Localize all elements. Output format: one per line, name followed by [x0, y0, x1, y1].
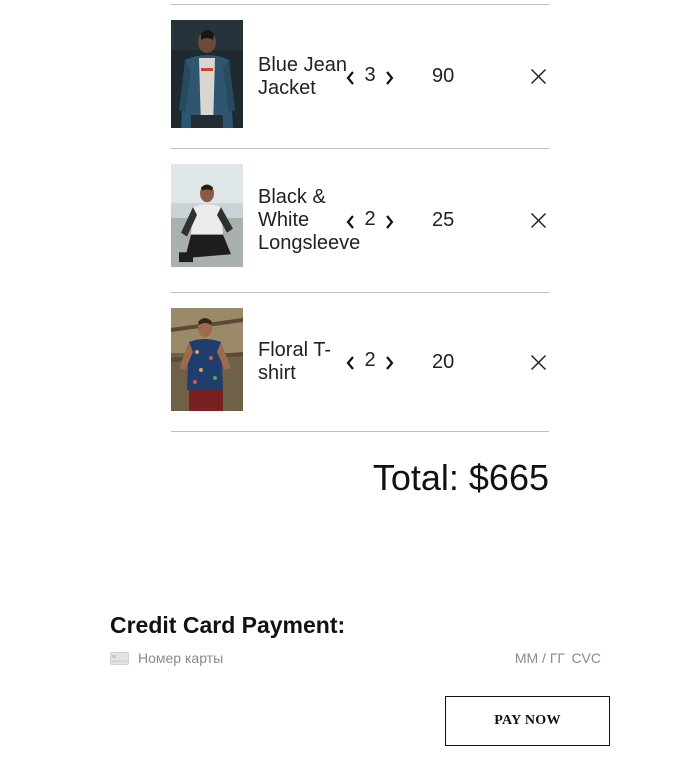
cart-item: Black & White Longsleeve 2 25: [171, 149, 549, 292]
close-icon[interactable]: [530, 149, 547, 292]
chevron-left-icon[interactable]: [343, 65, 357, 89]
card-input-row: [110, 647, 601, 669]
chevron-right-icon[interactable]: [383, 350, 397, 374]
quantity-value: 3: [364, 63, 376, 86]
cart-item: Blue Jean Jacket 3 90: [171, 5, 549, 148]
divider: [171, 431, 549, 432]
product-image-blue-jean-jacket[interactable]: [171, 20, 243, 128]
chevron-right-icon[interactable]: [383, 65, 397, 89]
payment-title: Credit Card Payment:: [110, 612, 346, 638]
quantity-value: 2: [364, 349, 376, 371]
credit-card-icon: [110, 651, 129, 665]
cart-page: Blue Jean Jacket 3 90 Black & White Long…: [0, 0, 700, 768]
quantity-stepper: 2: [343, 149, 397, 292]
cart-list: Blue Jean Jacket 3 90 Black & White Long…: [171, 4, 549, 432]
close-icon[interactable]: [530, 5, 547, 148]
product-image-black-white-longsleeve[interactable]: [171, 164, 243, 267]
pay-now-button[interactable]: PAY NOW: [445, 696, 610, 746]
item-price: 20: [432, 350, 455, 373]
chevron-left-icon[interactable]: [343, 350, 357, 374]
quantity-value: 2: [364, 207, 376, 230]
chevron-left-icon[interactable]: [343, 209, 357, 233]
item-price: 25: [432, 209, 455, 231]
product-image-floral-tshirt[interactable]: [171, 308, 243, 411]
card-cvc-input[interactable]: [571, 650, 601, 666]
quantity-stepper: 3: [343, 5, 397, 148]
item-price: 90: [432, 65, 455, 87]
quantity-stepper: 2: [343, 293, 397, 431]
close-icon[interactable]: [530, 293, 547, 431]
chevron-right-icon[interactable]: [383, 209, 397, 233]
card-expiry-input[interactable]: [511, 650, 565, 666]
card-number-input[interactable]: [138, 650, 511, 666]
cart-item: Floral T-shirt 2 20: [171, 293, 549, 431]
cart-total: Total: $665: [372, 457, 549, 498]
